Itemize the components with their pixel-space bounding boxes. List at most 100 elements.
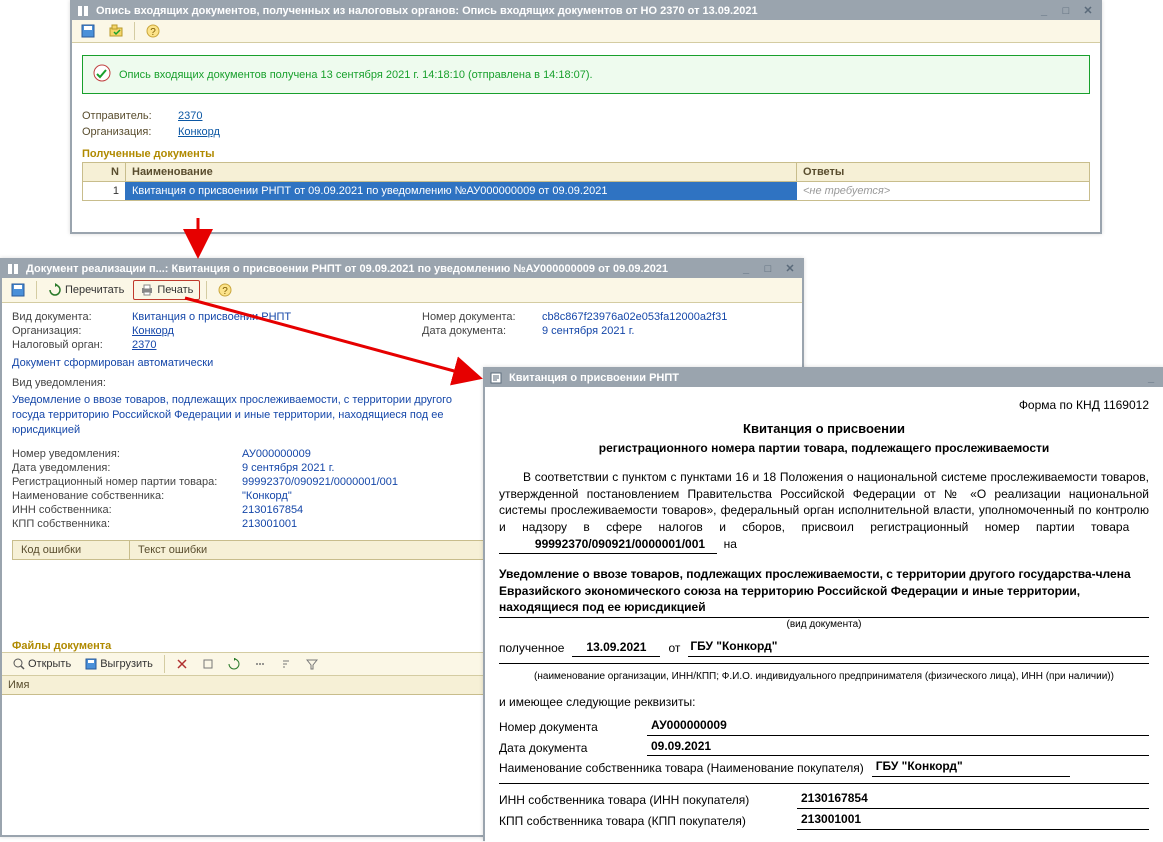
- notice-num-label: Номер уведомления:: [12, 448, 242, 460]
- inn-value: 2130167854: [797, 790, 1149, 809]
- window-title: Документ реализации п...: Квитанция о пр…: [26, 263, 732, 275]
- help-button[interactable]: ?: [141, 22, 165, 40]
- doc-kind-value: Уведомление о ввозе товаров, подлежащих …: [499, 566, 1149, 618]
- doc-num-label: Номер документа: [499, 719, 639, 736]
- col-n[interactable]: N: [83, 163, 126, 181]
- kpp-value: 213001001: [797, 811, 1149, 830]
- reg-num-label: Регистрационный номер партии товара:: [12, 476, 242, 488]
- notice-num-value: АУ000000009: [242, 448, 311, 460]
- status-banner: Опись входящих документов получена 13 се…: [82, 55, 1090, 94]
- paragraph-1: В соответствии с пунктом с пунктами 16 и…: [499, 469, 1149, 554]
- sort-icon[interactable]: [275, 656, 297, 672]
- cell-name: Квитанция о присвоении РНПТ от 09.09.202…: [126, 182, 797, 200]
- svg-text:?: ?: [223, 286, 229, 297]
- org-label: Организация:: [82, 126, 172, 138]
- received-label: полученное: [499, 640, 564, 657]
- received-docs-grid: N Наименование Ответы 1 Квитанция о прис…: [82, 162, 1090, 201]
- cell-n: 1: [83, 182, 126, 200]
- print-label: Печать: [157, 284, 193, 296]
- titlebar[interactable]: Документ реализации п...: Квитанция о пр…: [2, 260, 802, 278]
- doc-title-1: Квитанция о присвоении: [499, 420, 1149, 438]
- grid-row[interactable]: 1 Квитанция о присвоении РНПТ от 09.09.2…: [83, 182, 1089, 200]
- kpp-label: КПП собственника товара (КПП покупателя): [499, 813, 789, 830]
- notice-description: Уведомление о ввозе товаров, подлежащих …: [12, 393, 482, 438]
- minimize-button[interactable]: _: [1036, 4, 1052, 18]
- print-preview-icon: [489, 371, 503, 385]
- filter-icon[interactable]: [301, 656, 323, 672]
- refresh-icon[interactable]: [223, 656, 245, 672]
- close-button[interactable]: ✕: [782, 262, 798, 276]
- export-file-button[interactable]: Выгрузить: [80, 656, 158, 672]
- status-ok-icon: [93, 64, 111, 85]
- status-text: Опись входящих документов получена 13 се…: [119, 69, 593, 81]
- help-button[interactable]: ?: [213, 281, 237, 299]
- org-link[interactable]: Конкорд: [132, 325, 174, 337]
- reg-num-value: 99992370/090921/0000001/001: [242, 476, 398, 488]
- sender-label: Отправитель:: [82, 110, 172, 122]
- delete-icon[interactable]: [171, 656, 193, 672]
- sender-link[interactable]: 2370: [178, 110, 202, 122]
- toolbar: Перечитать Печать ?: [2, 278, 802, 303]
- notice-date-label: Дата уведомления:: [12, 462, 242, 474]
- minimize-button[interactable]: _: [738, 262, 754, 276]
- titlebar[interactable]: Опись входящих документов, полученных из…: [72, 2, 1100, 20]
- content-area: Опись входящих документов получена 13 се…: [72, 43, 1100, 232]
- reread-button[interactable]: Перечитать: [43, 281, 129, 299]
- doc-date-value: 9 сентября 2021 г.: [542, 325, 634, 337]
- open-button[interactable]: [104, 22, 128, 40]
- save-button[interactable]: [76, 22, 100, 40]
- col-err-code[interactable]: Код ошибки: [13, 541, 130, 559]
- owner-inn-label: ИНН собственника:: [12, 504, 242, 516]
- doc-date-label: Дата документа:: [422, 325, 542, 337]
- from-label: от: [668, 640, 680, 657]
- inn-label: ИНН собственника товара (ИНН покупателя): [499, 792, 789, 809]
- owner-inn-value: 2130167854: [242, 504, 303, 516]
- grid-header: N Наименование Ответы: [83, 163, 1089, 182]
- window-inventory: Опись входящих документов, полученных из…: [70, 0, 1102, 234]
- notice-type-label: Вид уведомления:: [12, 377, 132, 389]
- received-date: 13.09.2021: [572, 639, 660, 657]
- tax-label: Налоговый орган:: [12, 339, 132, 351]
- org-link[interactable]: Конкорд: [178, 126, 220, 138]
- doc-date-value: 09.09.2021: [647, 738, 1149, 757]
- more-icon[interactable]: [249, 656, 271, 672]
- titlebar[interactable]: Квитанция о присвоении РНПТ _: [485, 369, 1163, 387]
- col-name[interactable]: Наименование: [126, 163, 797, 181]
- window-icon: [76, 4, 90, 18]
- owner-name-label: Наименование собственника:: [12, 490, 242, 502]
- doc-date-label: Дата документа: [499, 740, 639, 757]
- doc-kind-caption: (вид документа): [499, 618, 1149, 632]
- minimize-button[interactable]: _: [1143, 371, 1159, 385]
- window-icon: [6, 262, 20, 276]
- export-file-label: Выгрузить: [100, 658, 153, 670]
- reg-num-value: 99992370/090921/0000001/001: [499, 536, 717, 554]
- window-print-preview: Квитанция о присвоении РНПТ _ Форма по К…: [483, 367, 1163, 841]
- toolbar: ?: [72, 20, 1100, 43]
- props-icon[interactable]: [197, 656, 219, 672]
- maximize-button[interactable]: □: [760, 262, 776, 276]
- has-requisites: и имеющее следующие реквизиты:: [499, 694, 1149, 711]
- doc-type-value: Квитанция о присвоении РНПТ: [132, 311, 291, 323]
- form-number: Форма по КНД 1169012: [499, 397, 1149, 414]
- owner-value: ГБУ "Конкорд": [872, 758, 1070, 777]
- doc-type-label: Вид документа:: [12, 311, 132, 323]
- owner-kpp-value: 213001001: [242, 518, 297, 530]
- col-answers[interactable]: Ответы: [797, 163, 1089, 181]
- notice-date-value: 9 сентября 2021 г.: [242, 462, 334, 474]
- doc-num-value: АУ000000009: [647, 717, 1149, 736]
- owner-kpp-label: КПП собственника:: [12, 518, 242, 530]
- received-docs-header: Полученные документы: [82, 148, 1090, 160]
- print-button[interactable]: Печать: [133, 280, 200, 300]
- doc-title-2: регистрационного номера партии товара, п…: [499, 440, 1149, 457]
- org-label: Организация:: [12, 325, 132, 337]
- reread-label: Перечитать: [65, 284, 124, 296]
- svg-text:?: ?: [150, 27, 156, 38]
- org-value: ГБУ "Конкорд": [688, 638, 1149, 657]
- tax-link[interactable]: 2370: [132, 339, 156, 351]
- open-file-button[interactable]: Открыть: [8, 656, 76, 672]
- close-button[interactable]: ✕: [1080, 4, 1096, 18]
- maximize-button[interactable]: □: [1058, 4, 1074, 18]
- save-button[interactable]: [6, 281, 30, 299]
- window-title: Опись входящих документов, полученных из…: [96, 5, 1030, 17]
- doc-num-label: Номер документа:: [422, 311, 542, 323]
